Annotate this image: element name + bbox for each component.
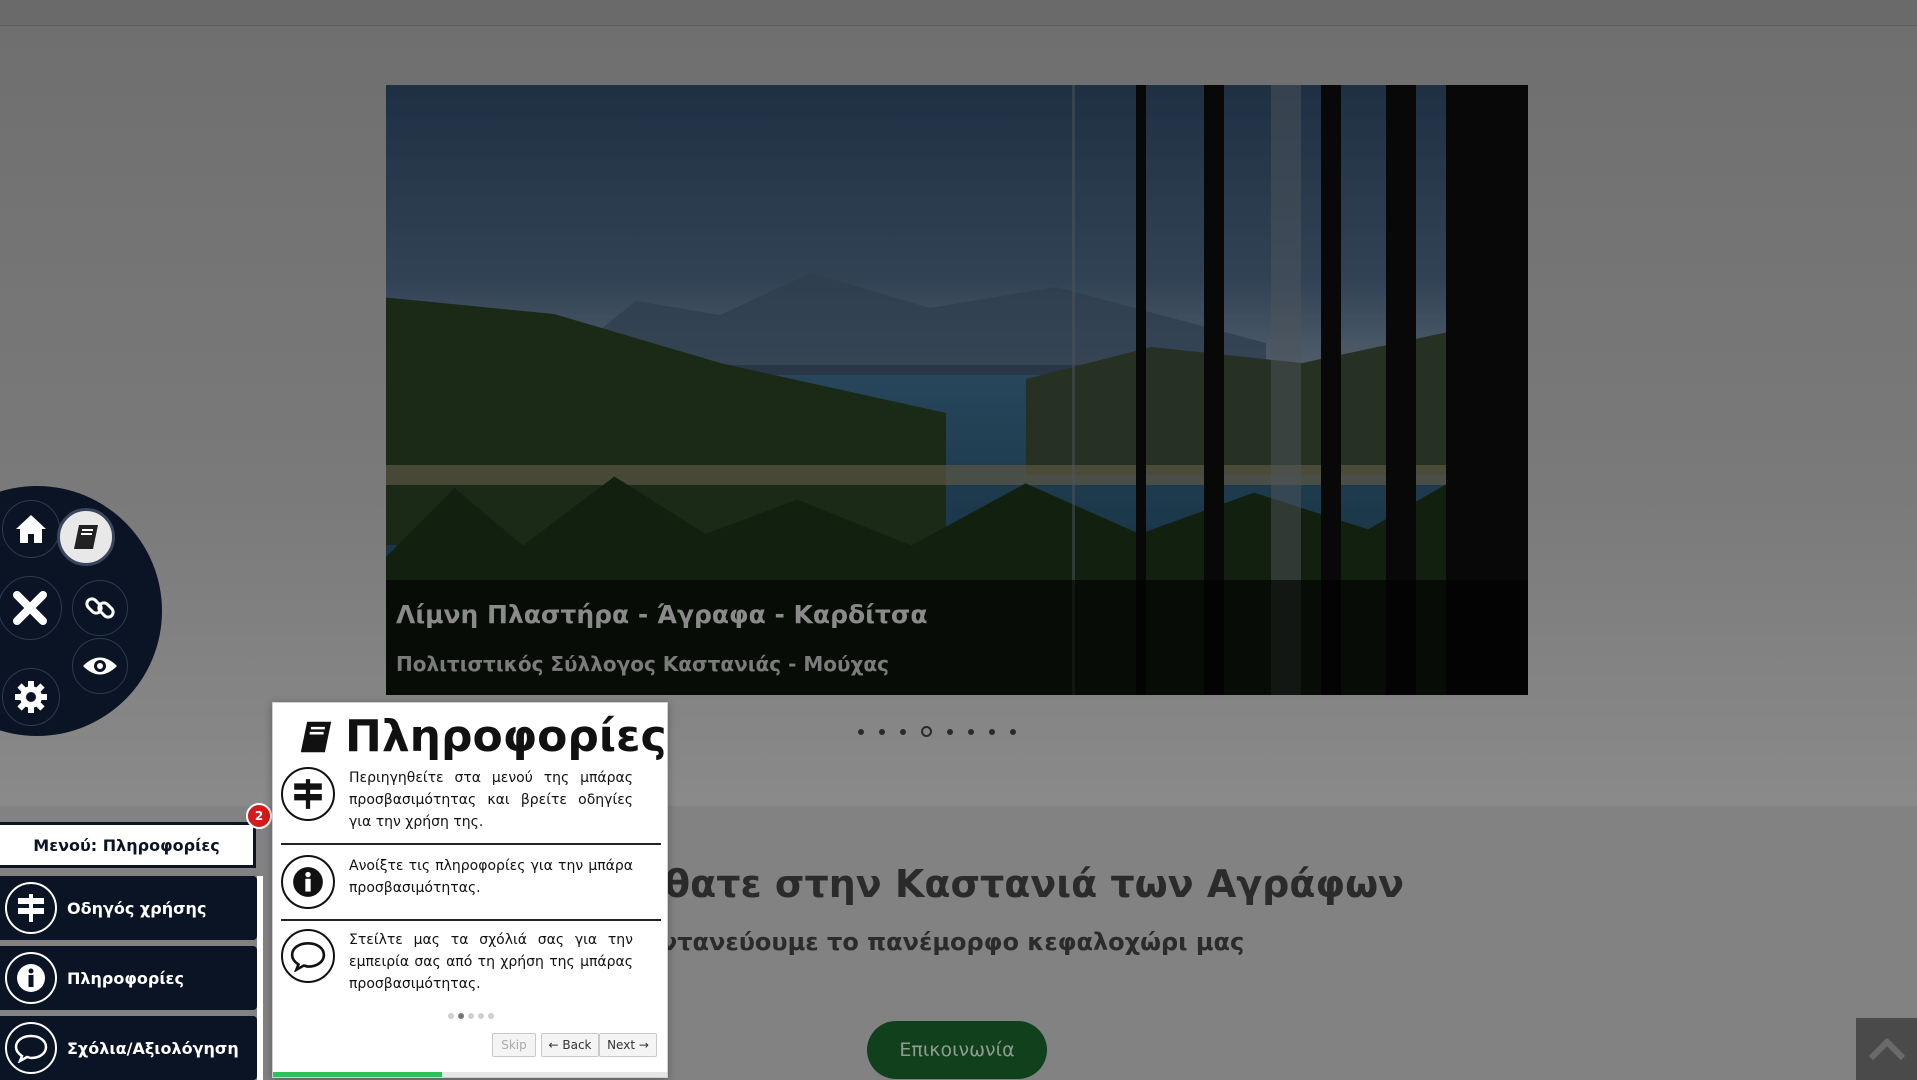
info-menu-button[interactable] xyxy=(57,508,115,566)
contact-button[interactable]: Επικοινωνία xyxy=(867,1021,1047,1079)
step-dot[interactable] xyxy=(448,1013,454,1019)
visibility-button[interactable] xyxy=(72,638,128,694)
menu-item-feedback[interactable]: Σχόλια/Αξιολόγηση xyxy=(0,1016,257,1080)
menu-item-label: Οδηγός χρήσης xyxy=(67,898,207,918)
step-dot[interactable] xyxy=(468,1013,474,1019)
slider-dot[interactable] xyxy=(879,728,885,735)
popover-header: Πληροφορίες xyxy=(297,711,667,762)
settings-button[interactable] xyxy=(2,668,60,726)
slider-dot[interactable] xyxy=(968,728,974,735)
next-button[interactable]: Next → xyxy=(599,1033,657,1057)
tour-progress-fill xyxy=(273,1072,443,1077)
slider-dot-active[interactable] xyxy=(921,726,932,737)
slider-dot[interactable] xyxy=(858,728,864,735)
step-dot[interactable] xyxy=(488,1013,494,1019)
comment-icon xyxy=(281,929,335,983)
signpost-icon xyxy=(5,882,57,934)
link-icon xyxy=(85,597,115,619)
image-slider[interactable]: Λίμνη Πλαστήρα - Άγραφα - Καρδίτσα Πολιτ… xyxy=(386,85,1528,695)
comment-icon xyxy=(5,1022,57,1074)
welcome-subtitle: ωντανεύουμε το πανέμορφο κεφαλοχώρι μας xyxy=(640,928,1245,956)
top-bar xyxy=(0,0,1917,26)
tour-row-text: Περιηγηθείτε στα μενού της μπάρας προσβα… xyxy=(349,770,633,830)
home-button[interactable] xyxy=(2,500,60,558)
popover-title: Πληροφορίες xyxy=(345,711,667,762)
scroll-to-top-button[interactable] xyxy=(1856,1018,1917,1080)
chevron-up-icon xyxy=(1868,1037,1905,1061)
menu-item-user-guide[interactable]: Οδηγός χρήσης xyxy=(0,876,257,940)
tour-popover: Πληροφορίες Περιηγηθείτε στα μενού της μ… xyxy=(272,702,668,1078)
tour-row-user-guide: Περιηγηθείτε στα μενού της μπάρας προσβα… xyxy=(281,767,661,833)
divider xyxy=(281,919,661,921)
slider-dot[interactable] xyxy=(947,728,953,735)
back-button[interactable]: ← Back xyxy=(541,1033,599,1057)
menu-item-label: Σχόλια/Αξιολόγηση xyxy=(67,1038,239,1058)
links-button[interactable] xyxy=(72,580,128,636)
slider-dot[interactable] xyxy=(1010,728,1016,735)
tour-row-text: Ανοίξτε τις πληροφορίες για την μπάρα πρ… xyxy=(349,858,633,896)
menu-item-label: Πληροφορίες xyxy=(67,968,184,988)
eye-icon xyxy=(83,657,117,675)
slider-dot[interactable] xyxy=(989,728,995,735)
book-icon xyxy=(74,525,98,549)
tour-row-text: Στείλτε μας τα σχόλιά σας για την εμπειρ… xyxy=(349,932,633,992)
notification-badge: 2 xyxy=(246,803,272,829)
signpost-icon xyxy=(281,767,335,821)
step-dot[interactable] xyxy=(478,1013,484,1019)
tour-step-indicator xyxy=(448,1013,494,1019)
menu-item-info[interactable]: Πληροφορίες xyxy=(0,946,257,1010)
close-menu-button[interactable] xyxy=(0,576,62,640)
home-icon xyxy=(16,515,46,543)
info-icon xyxy=(281,855,335,909)
caption-title: Λίμνη Πλαστήρα - Άγραφα - Καρδίτσα xyxy=(396,600,928,629)
book-icon xyxy=(300,721,332,752)
tour-progress-bar xyxy=(273,1072,667,1077)
caption-subtitle: Πολιτιστικός Σύλλογος Καστανιάς - Μούχας xyxy=(396,652,889,676)
skip-button[interactable]: Skip xyxy=(492,1033,536,1057)
slider-dot[interactable] xyxy=(900,728,906,735)
tour-row-info: Ανοίξτε τις πληροφορίες για την μπάρα πρ… xyxy=(281,855,661,909)
close-icon xyxy=(13,591,47,625)
gear-icon xyxy=(15,681,47,713)
divider xyxy=(281,843,661,845)
info-icon xyxy=(5,952,57,1004)
menu-title: Μενού: Πληροφορίες xyxy=(0,822,256,868)
panel-divider xyxy=(257,876,263,1080)
welcome-title: λθατε στην Καστανιά των Αγράφων xyxy=(640,862,1405,906)
step-dot-active[interactable] xyxy=(458,1013,464,1019)
slider-pagination xyxy=(858,726,1016,737)
slide-caption: Λίμνη Πλαστήρα - Άγραφα - Καρδίτσα Πολιτ… xyxy=(386,580,1528,695)
tour-row-feedback: Στείλτε μας τα σχόλιά σας για την εμπειρ… xyxy=(281,929,661,995)
